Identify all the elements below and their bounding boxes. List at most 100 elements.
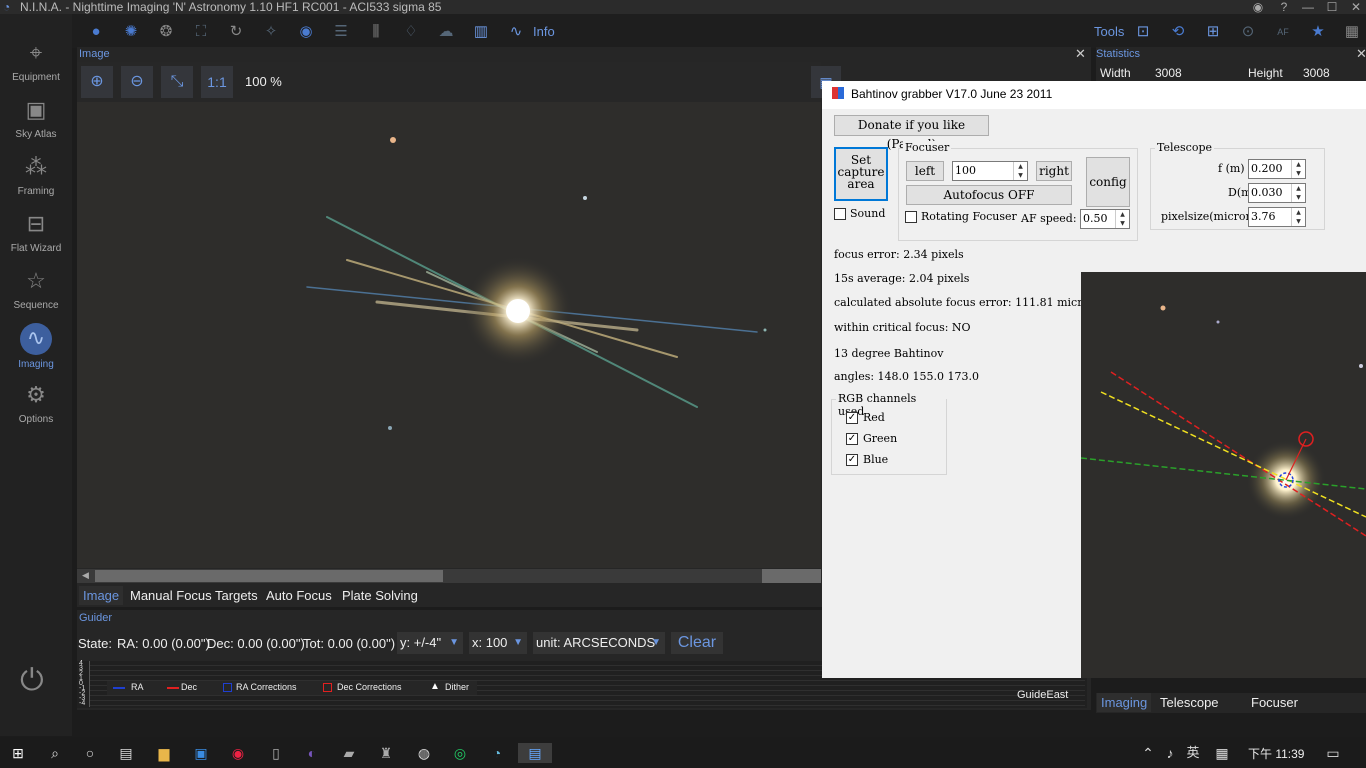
sidebar-item-flat-wizard[interactable]: ⊟ Flat Wizard: [0, 203, 72, 260]
focuser-icon[interactable]: ⛶: [189, 20, 213, 44]
notepad-icon[interactable]: ▯: [266, 743, 286, 763]
sidebar-item-sky-atlas[interactable]: ▣ Sky Atlas: [0, 89, 72, 146]
tab-right-focuser[interactable]: Focuser: [1247, 693, 1302, 712]
filter-wheel-icon[interactable]: ✺: [119, 20, 143, 44]
task-view-icon[interactable]: ▤: [116, 743, 136, 763]
x-scale-select[interactable]: x: 100 ▼: [469, 632, 527, 654]
windows-start-icon[interactable]: ⊞: [8, 743, 28, 763]
zoom-in-icon[interactable]: ⊕: [81, 66, 113, 98]
search-icon[interactable]: ⌕: [45, 743, 65, 763]
help-icon[interactable]: ?: [1274, 0, 1294, 14]
legend-dec-label: Dec: [181, 682, 198, 692]
green-channel-checkbox[interactable]: ✓: [846, 433, 858, 445]
sidebar-item-options[interactable]: ⚙ Options: [0, 374, 72, 431]
tools-label[interactable]: Tools: [1094, 24, 1124, 39]
tab-manual-focus-targets[interactable]: Manual Focus Targets: [126, 586, 262, 605]
red-channel-checkbox[interactable]: ✓: [846, 412, 858, 424]
clock[interactable]: 下午 11:39: [1248, 745, 1304, 762]
config-button[interactable]: config: [1086, 157, 1130, 207]
scroll-left-icon[interactable]: ◀: [82, 570, 89, 581]
frame-tool-icon[interactable]: ⊞: [1201, 20, 1225, 44]
light-bulb-icon[interactable]: ♢: [399, 20, 423, 44]
equipment-icon: ⌖: [29, 40, 43, 65]
clear-button[interactable]: Clear: [671, 632, 723, 654]
sidebar-item-sequence[interactable]: ☆ Sequence: [0, 260, 72, 317]
notification-icon[interactable]: ▭: [1323, 743, 1343, 763]
statistics-close-icon[interactable]: ✕: [1356, 46, 1366, 62]
blue-channel-checkbox[interactable]: ✓: [846, 454, 858, 466]
donate-button[interactable]: Donate if you like (Paypal): [834, 115, 989, 151]
tab-auto-focus[interactable]: Auto Focus: [262, 586, 336, 605]
pixelsize-input[interactable]: 3.76 ▲ ▼: [1248, 207, 1306, 227]
image-horizontal-scrollbar[interactable]: ◀: [77, 569, 821, 583]
minimize-icon[interactable]: —: [1298, 0, 1318, 14]
zoom-out-icon[interactable]: ⊖: [121, 66, 153, 98]
switch-icon[interactable]: ⫼: [364, 20, 388, 44]
target-tool-icon[interactable]: ⊙: [1236, 20, 1260, 44]
crosshair-tool-icon[interactable]: ⊡: [1131, 20, 1155, 44]
spin-arrows-icon[interactable]: ▲ ▼: [1291, 184, 1305, 202]
astro-app-icon[interactable]: ◍: [414, 743, 434, 763]
spin-arrows-icon[interactable]: ▲ ▼: [1115, 210, 1129, 228]
tab-image[interactable]: Image: [79, 586, 124, 605]
autofocus-tool-icon[interactable]: AF: [1271, 20, 1295, 44]
keyboard-icon[interactable]: ▦: [1212, 743, 1232, 763]
phd-guiding-icon[interactable]: ◎: [450, 743, 470, 763]
app-icon[interactable]: ▣: [191, 743, 211, 763]
bahtinov-taskbar-icon[interactable]: ▤: [518, 743, 552, 763]
image-panel-close-icon[interactable]: ✕: [1075, 46, 1086, 62]
rotating-focuser-checkbox[interactable]: [905, 211, 917, 223]
power-icon[interactable]: ⏻: [20, 664, 44, 698]
spin-arrows-icon[interactable]: ▲ ▼: [1291, 208, 1305, 226]
unit-select[interactable]: unit: ARCSECONDS ▼: [533, 632, 665, 654]
volume-icon[interactable]: ♪: [1160, 743, 1180, 763]
focal-length-input[interactable]: 0.200 ▲ ▼: [1248, 159, 1306, 179]
sidebar-item-imaging[interactable]: ∿ Imaging: [0, 317, 72, 374]
y-scale-select[interactable]: y: +/-4" ▼: [397, 632, 463, 654]
camera-app-icon[interactable]: ▰: [339, 743, 359, 763]
weather-cloud-icon[interactable]: ☁: [434, 20, 458, 44]
fit-to-screen-icon[interactable]: ⤡: [161, 66, 193, 98]
tab-plate-solving[interactable]: Plate Solving: [338, 586, 422, 605]
maximize-icon[interactable]: ☐: [1322, 0, 1342, 14]
chrome-icon[interactable]: ◉: [228, 743, 248, 763]
filter-icon[interactable]: ❂: [154, 20, 178, 44]
diameter-input[interactable]: 0.030 ▲ ▼: [1248, 183, 1306, 203]
camera-icon[interactable]: ●: [84, 20, 108, 44]
focuser-left-button[interactable]: left: [906, 161, 944, 181]
nina-taskbar-icon[interactable]: ◔: [487, 743, 507, 763]
tab-right-telescope[interactable]: Telescope: [1156, 693, 1223, 712]
cortana-icon[interactable]: ○: [80, 743, 100, 763]
spin-arrows-icon[interactable]: ▲ ▼: [1013, 162, 1027, 180]
focuser-step-input[interactable]: 100 ▲ ▼: [952, 161, 1028, 181]
rotator-icon[interactable]: ↻: [224, 20, 248, 44]
spin-arrows-icon[interactable]: ▲ ▼: [1291, 160, 1305, 178]
stellarium-icon[interactable]: ◐: [302, 743, 322, 763]
calculator-icon[interactable]: ▦: [1340, 20, 1364, 44]
sound-checkbox[interactable]: [834, 208, 846, 220]
set-capture-area-button[interactable]: Set capture area: [834, 147, 888, 201]
tab-right-imaging[interactable]: Imaging: [1097, 693, 1152, 712]
telescope-icon[interactable]: ✧: [259, 20, 283, 44]
guider-icon[interactable]: ◉: [294, 20, 318, 44]
zoom-one-to-one-button[interactable]: 1:1: [201, 66, 233, 98]
telescope-app-icon[interactable]: ♜: [376, 743, 396, 763]
scrollbar-thumb[interactable]: [95, 570, 443, 582]
sidebar-item-equipment[interactable]: ⌖ Equipment: [0, 32, 72, 89]
history-icon[interactable]: ⟲: [1166, 20, 1190, 44]
sidebar-item-framing[interactable]: ⁂ Framing: [0, 146, 72, 203]
af-speed-input[interactable]: 0.50 ▲ ▼: [1080, 209, 1130, 229]
info-label[interactable]: Info: [533, 24, 555, 39]
scrollbar-thumb-right[interactable]: [762, 569, 821, 583]
autofocus-button[interactable]: Autofocus OFF: [906, 185, 1072, 205]
histogram-icon[interactable]: ▥: [469, 20, 493, 44]
info-graph-icon[interactable]: ∿: [504, 20, 528, 44]
chevron-up-icon[interactable]: ⌃: [1138, 743, 1158, 763]
focuser-right-button[interactable]: right: [1036, 161, 1072, 181]
ime-indicator[interactable]: 英: [1183, 743, 1203, 763]
sequence-list-icon[interactable]: ☰: [329, 20, 353, 44]
file-explorer-icon[interactable]: ▆: [154, 743, 174, 763]
star-icon[interactable]: ★: [1306, 20, 1330, 44]
close-icon[interactable]: ✕: [1346, 0, 1366, 14]
eye-icon[interactable]: ◉: [1248, 0, 1268, 14]
